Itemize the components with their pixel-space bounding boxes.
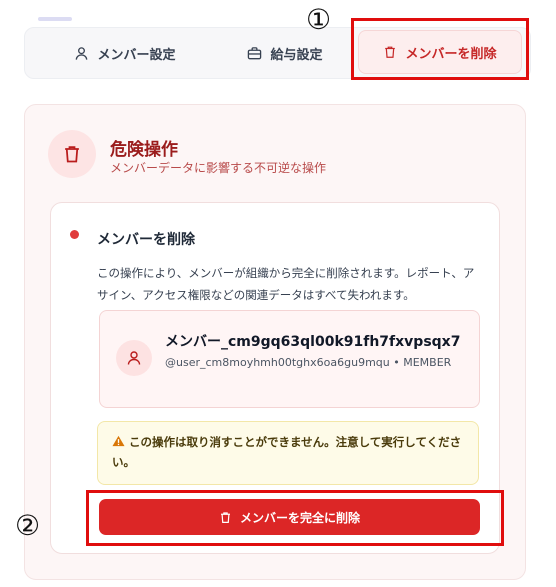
tab-member-settings-label: メンバー設定	[97, 47, 176, 63]
user-icon	[76, 46, 88, 60]
member-meta: @user_cm8moyhmh00tghx6oa6gu9mqu • MEMBER	[165, 356, 452, 369]
briefcase-icon	[248, 46, 262, 59]
danger-zone-subtitle: メンバーデータに影響する不可逆な操作	[110, 161, 327, 175]
tab-payroll-settings[interactable]: 給与設定	[205, 28, 365, 78]
tab-delete-member[interactable]: メンバーを削除	[358, 30, 522, 74]
trash-icon	[221, 511, 230, 523]
tab-indicator	[38, 17, 72, 21]
warning-message: この操作は取り消すことができません。注意して実行してください。	[112, 432, 472, 472]
avatar	[116, 340, 152, 376]
warning-icon	[112, 435, 125, 447]
delete-member-permanently-button[interactable]: メンバーを完全に削除	[99, 499, 480, 535]
tab-payroll-settings-label: 給与設定	[270, 47, 323, 63]
status-dot	[70, 230, 79, 239]
step1-callout: ①	[306, 3, 332, 36]
trash-icon	[65, 146, 79, 163]
tab-member-settings[interactable]: メンバー設定	[45, 28, 205, 78]
member-name: メンバー_cm9gq63ql00k91fh7fxvpsqx7	[165, 334, 461, 350]
delete-member-description: この操作により、メンバーが組織から完全に削除されます。レポート、アサイン、アクセ…	[97, 266, 475, 302]
trash-icon	[385, 46, 396, 58]
warning-text: この操作は取り消すことができません。注意して実行してください。	[112, 435, 462, 469]
step2-callout: ②	[15, 509, 41, 542]
danger-zone-icon	[48, 130, 96, 178]
delete-member-title: メンバーを削除	[97, 232, 195, 248]
user-icon	[127, 351, 141, 365]
delete-member-permanently-label: メンバーを完全に削除	[239, 510, 360, 525]
danger-zone-title: 危険操作	[110, 140, 178, 160]
tab-delete-member-label: メンバーを削除	[405, 46, 497, 62]
